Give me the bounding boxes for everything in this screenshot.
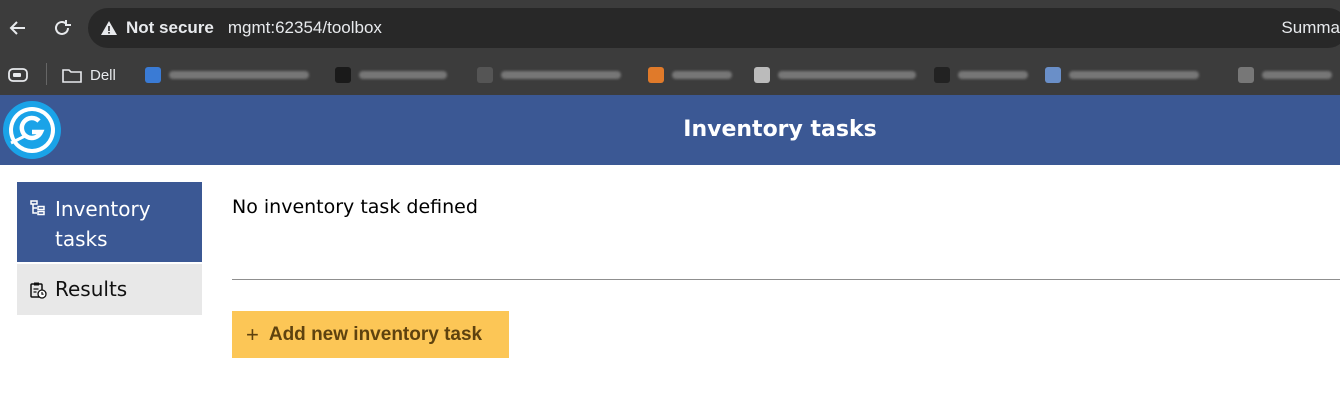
add-button-label: Add new inventory task (268, 323, 483, 345)
sidebar-item-label: Inventory tasks (55, 197, 151, 251)
add-inventory-task-button[interactable]: + Add new inventory task (232, 311, 509, 358)
bookmark-item[interactable] (1238, 65, 1332, 85)
address-bar[interactable]: Not secure mgmt:62354/toolbox Summa (88, 8, 1340, 48)
bookmark-item[interactable] (477, 65, 621, 85)
reload-icon[interactable] (48, 14, 76, 42)
clipboard-clock-icon (30, 282, 47, 299)
sidebar-item-results[interactable]: Results (17, 264, 202, 315)
url-text[interactable]: mgmt:62354/toolbox (228, 18, 382, 38)
tree-list-icon (30, 200, 45, 216)
bookmarks-divider (46, 63, 47, 85)
plus-icon: + (246, 321, 259, 347)
browser-toolbar: Not secure mgmt:62354/toolbox Summa (0, 0, 1340, 55)
sidebar-item-inventory-tasks[interactable]: Inventory tasks (17, 182, 202, 262)
bookmark-item[interactable] (934, 65, 1028, 85)
app-logo[interactable] (1, 99, 63, 161)
security-label: Not secure (126, 18, 214, 37)
bookmark-item[interactable] (648, 65, 732, 85)
folder-icon (62, 69, 82, 83)
bookmark-dell[interactable]: Dell (62, 65, 116, 85)
warning-icon (101, 21, 117, 35)
bookmark-item[interactable] (1045, 65, 1199, 85)
page-title: Inventory tasks (683, 117, 877, 142)
tab-search-icon[interactable] (8, 65, 28, 85)
sidebar: Inventory tasks Results (17, 182, 202, 315)
divider (232, 279, 1340, 280)
bookmark-label: Dell (90, 66, 116, 84)
bookmarks-bar: Dell (0, 55, 1340, 95)
bookmark-item[interactable] (754, 65, 916, 85)
bookmark-item[interactable] (145, 65, 309, 85)
side-panel-text[interactable]: Summa (1281, 18, 1340, 38)
bookmark-item[interactable] (335, 65, 447, 85)
empty-state-message: No inventory task defined (232, 196, 478, 218)
back-icon[interactable] (4, 14, 32, 42)
sidebar-item-label: Results (55, 277, 128, 301)
